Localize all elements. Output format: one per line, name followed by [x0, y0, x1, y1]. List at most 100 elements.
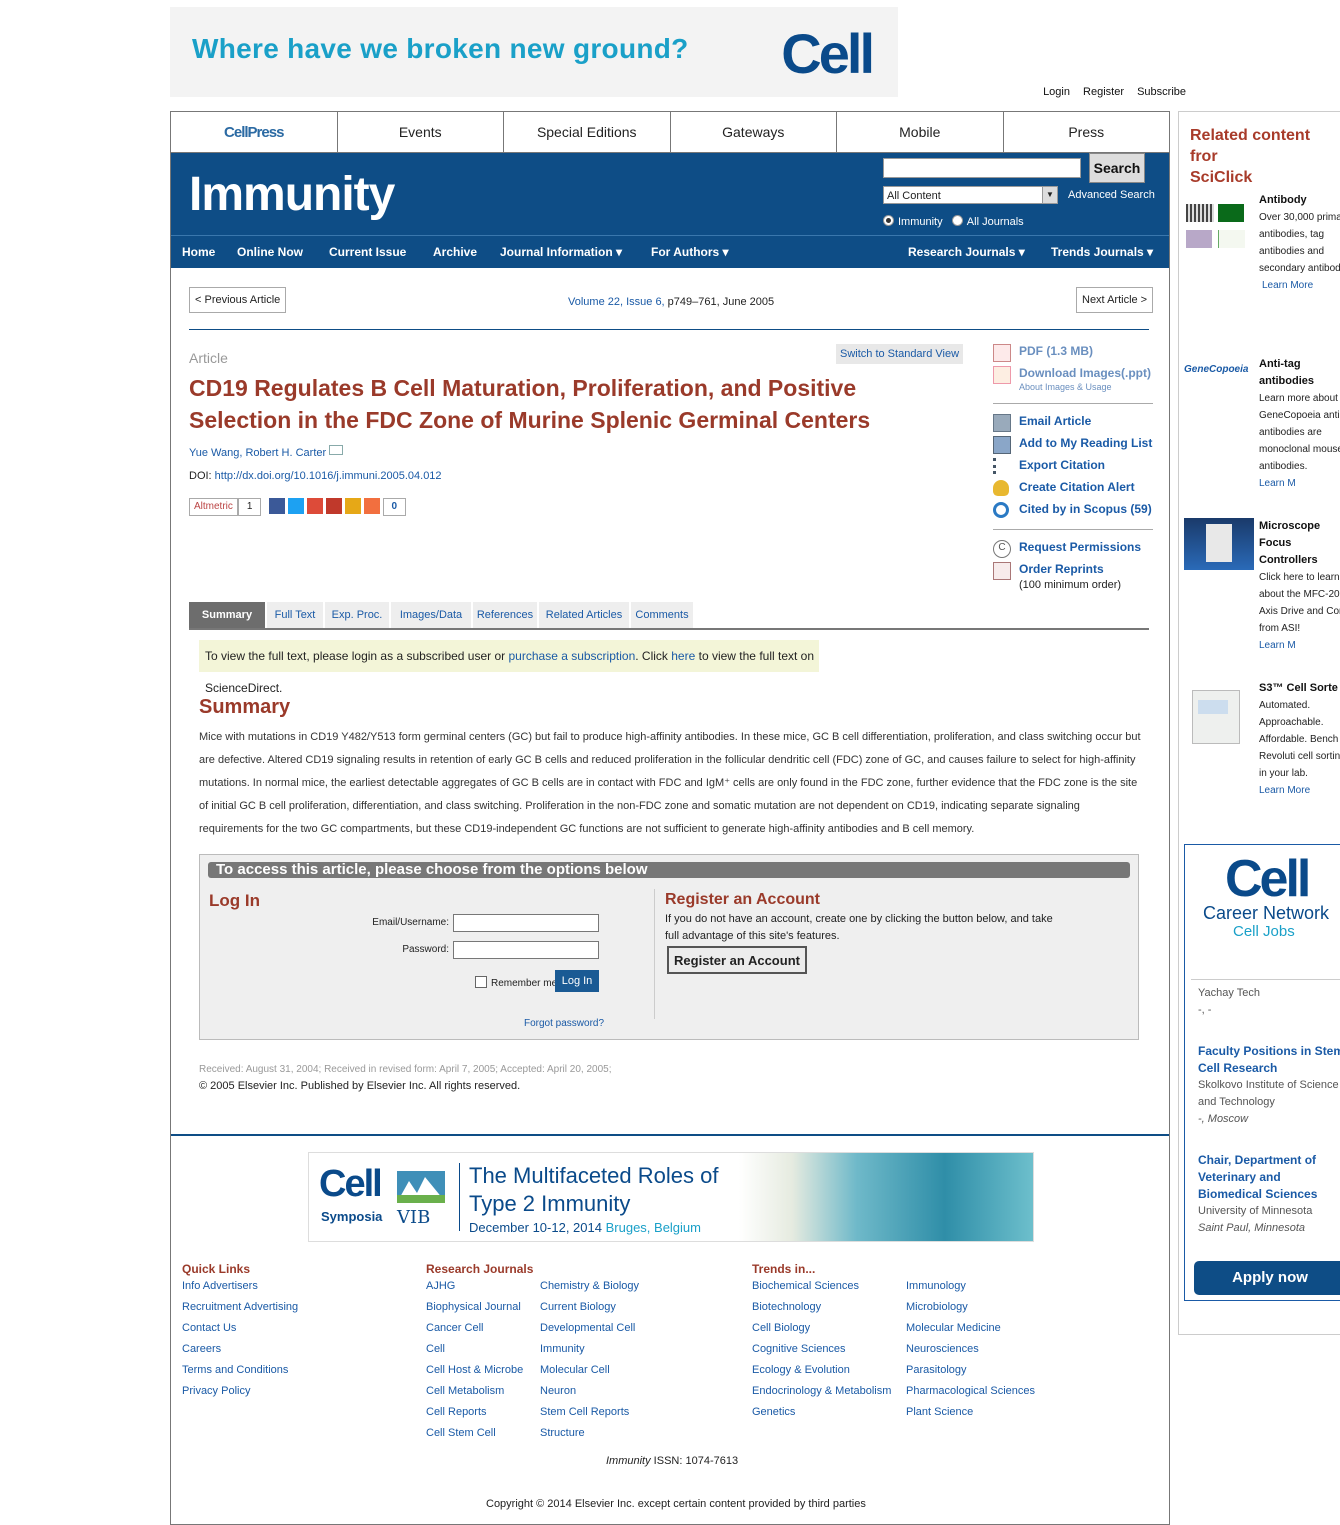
google-plus-icon[interactable] — [306, 498, 323, 514]
footer-trends-link[interactable]: Plant Science — [906, 1406, 973, 1418]
footer-link[interactable]: Contact Us — [182, 1322, 236, 1334]
footer-trends-link[interactable]: Ecology & Evolution — [752, 1364, 850, 1376]
footer-trends-link[interactable]: Genetics — [752, 1406, 795, 1418]
twitter-icon[interactable] — [287, 498, 304, 514]
sidebar-ad-antibody[interactable]: Antibody Over 30,000 primar antibodies, … — [1259, 192, 1340, 294]
footer-journal-link[interactable]: Molecular Cell — [540, 1364, 610, 1376]
tab-press[interactable]: Press — [1004, 112, 1170, 152]
purchase-subscription-link[interactable]: purchase a subscription — [509, 649, 636, 663]
job-title[interactable]: Chair, Department of Veterinary and Biom… — [1198, 1152, 1340, 1203]
search-scope-select[interactable]: All Content ▼ — [883, 186, 1058, 204]
nav-online-now[interactable]: Online Now — [237, 236, 303, 268]
tab-events[interactable]: Events — [338, 112, 504, 152]
search-input[interactable] — [883, 158, 1081, 178]
export-citation-link[interactable]: Export Citation — [993, 458, 1153, 480]
search-button[interactable]: Search — [1089, 153, 1145, 183]
order-reprints-link[interactable]: Order Reprints — [993, 562, 1153, 584]
reading-list-link[interactable]: Add to My Reading List — [993, 436, 1153, 458]
nav-archive[interactable]: Archive — [433, 236, 477, 268]
footer-link[interactable]: Recruitment Advertising — [182, 1301, 298, 1313]
footer-journal-link[interactable]: Neuron — [540, 1385, 576, 1397]
tab-gateways[interactable]: Gateways — [671, 112, 837, 152]
nav-home[interactable]: Home — [182, 236, 215, 268]
sidebar-ad-microscope[interactable]: Microscope Focus Controllers Click here … — [1259, 518, 1340, 654]
footer-link[interactable]: Careers — [182, 1343, 221, 1355]
tab-full-text[interactable]: Full Text — [267, 602, 323, 628]
job-title[interactable]: Faculty Positions in Stem Cell Research — [1198, 1043, 1340, 1077]
weibo-icon[interactable] — [344, 498, 361, 514]
ad-learn-more-link[interactable]: Learn M — [1259, 475, 1340, 492]
footer-journal-link[interactable]: Cell Host & Microbe — [426, 1364, 523, 1376]
microscope-ad-image[interactable] — [1184, 518, 1254, 570]
genecopoeia-logo[interactable]: GeneCopoeia — [1184, 364, 1248, 375]
login-button[interactable]: Log In — [555, 970, 599, 992]
footer-journal-link[interactable]: Current Biology — [540, 1301, 616, 1313]
ad-learn-more-link[interactable]: Learn M — [1259, 637, 1340, 654]
remember-checkbox[interactable] — [475, 976, 487, 988]
email-article-link[interactable]: Email Article — [993, 414, 1153, 436]
ad-learn-more-link[interactable]: Learn More — [1259, 277, 1340, 294]
top-ad-banner[interactable]: Where have we broken new ground? Cell — [170, 7, 898, 97]
radio-immunity[interactable] — [883, 215, 894, 226]
facebook-icon[interactable] — [268, 498, 285, 514]
footer-journal-link[interactable]: Biophysical Journal — [426, 1301, 521, 1313]
subscribe-link[interactable]: Subscribe — [1137, 86, 1186, 98]
symposia-ad-banner[interactable]: Cell Symposia VIB The Multifaceted Roles… — [308, 1152, 1034, 1242]
footer-journal-link[interactable]: Cell Reports — [426, 1406, 487, 1418]
altmetric-badge[interactable]: Altmetric — [189, 498, 238, 516]
footer-journal-link[interactable]: Developmental Cell — [540, 1322, 635, 1334]
tab-images-data[interactable]: Images/Data — [391, 602, 471, 628]
footer-trends-link[interactable]: Pharmacological Sciences — [906, 1385, 1035, 1397]
footer-trends-link[interactable]: Cognitive Sciences — [752, 1343, 846, 1355]
login-link[interactable]: Login — [1043, 86, 1070, 98]
footer-trends-link[interactable]: Molecular Medicine — [906, 1322, 1001, 1334]
footer-journal-link[interactable]: Structure — [540, 1427, 585, 1439]
radio-all-journals[interactable] — [951, 215, 963, 226]
mendeley-icon[interactable] — [325, 498, 342, 514]
footer-trends-link[interactable]: Biotechnology — [752, 1301, 821, 1313]
register-account-button[interactable]: Register an Account — [667, 946, 807, 974]
next-article-button[interactable]: Next Article > — [1076, 287, 1154, 313]
footer-trends-link[interactable]: Cell Biology — [752, 1322, 810, 1334]
doi-link[interactable]: http://dx.doi.org/10.1016/j.immuni.2005.… — [215, 470, 442, 482]
footer-journal-link[interactable]: Cell Stem Cell — [426, 1427, 496, 1439]
cited-by-link[interactable]: Cited by in Scopus (59) — [993, 502, 1153, 524]
sciencedirect-link[interactable]: here — [671, 649, 695, 663]
download-images-link[interactable]: Download Images(.ppt) — [993, 366, 1153, 388]
tab-comments[interactable]: Comments — [631, 602, 693, 628]
antibody-ad-image[interactable] — [1184, 204, 1248, 250]
cell-sorter-ad-image[interactable] — [1184, 686, 1248, 750]
tab-summary[interactable]: Summary — [189, 602, 265, 628]
tab-cellpress[interactable]: CellPress — [171, 112, 338, 152]
nav-research-journals[interactable]: Research Journals ▾ — [908, 236, 1025, 268]
pdf-link[interactable]: PDF (1.3 MB) — [993, 344, 1153, 366]
job-listing[interactable]: Chair, Department of Veterinary and Biom… — [1198, 1152, 1340, 1237]
footer-link[interactable]: Info Advertisers — [182, 1280, 258, 1292]
footer-journal-link[interactable]: AJHG — [426, 1280, 455, 1292]
sidebar-ad-anti-tag[interactable]: Anti-tag antibodies Learn more about Gen… — [1259, 356, 1340, 492]
footer-journal-link[interactable]: Cell Metabolism — [426, 1385, 504, 1397]
remember-me[interactable]: Remember me — [475, 976, 557, 989]
job-listing[interactable]: Yachay Tech -, - — [1198, 985, 1340, 1019]
nav-journal-information[interactable]: Journal Information ▾ — [500, 236, 622, 268]
forgot-password-link[interactable]: Forgot password? — [524, 1018, 604, 1029]
job-listing[interactable]: Faculty Positions in Stem Cell Research … — [1198, 1043, 1340, 1128]
footer-trends-link[interactable]: Parasitology — [906, 1364, 967, 1376]
tab-exp-proc[interactable]: Exp. Proc. — [325, 602, 389, 628]
footer-link[interactable]: Privacy Policy — [182, 1385, 250, 1397]
sidebar-ad-cell-sorter[interactable]: S3™ Cell Sorte Automated. Approachable. … — [1259, 680, 1340, 799]
tab-related-articles[interactable]: Related Articles — [539, 602, 629, 628]
footer-journal-link[interactable]: Chemistry & Biology — [540, 1280, 639, 1292]
footer-trends-link[interactable]: Microbiology — [906, 1301, 968, 1313]
password-field[interactable] — [453, 941, 599, 959]
footer-journal-link[interactable]: Stem Cell Reports — [540, 1406, 629, 1418]
advanced-search-link[interactable]: Advanced Search — [1068, 189, 1155, 201]
citation-alert-link[interactable]: Create Citation Alert — [993, 480, 1153, 502]
author-links[interactable]: Yue Wang, Robert H. Carter — [189, 447, 326, 459]
footer-journal-link[interactable]: Cell — [426, 1343, 445, 1355]
footer-journal-link[interactable]: Cancer Cell — [426, 1322, 483, 1334]
switch-view-button[interactable]: Switch to Standard View — [836, 344, 964, 364]
journal-logo[interactable]: Immunity — [189, 167, 395, 222]
nav-trends-journals[interactable]: Trends Journals ▾ — [1051, 236, 1153, 268]
footer-journal-link[interactable]: Immunity — [540, 1343, 585, 1355]
